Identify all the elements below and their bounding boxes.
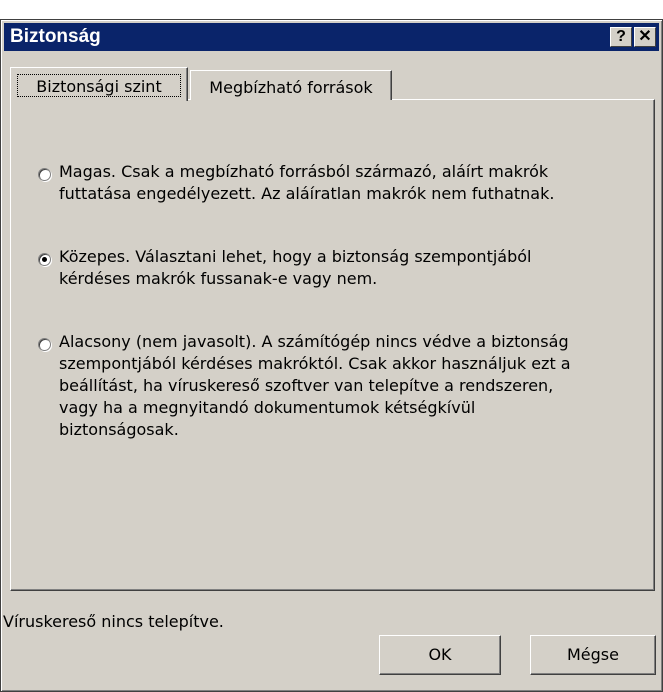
option-low-line-1: Alacsony (nem javasolt). A számítógép ni… xyxy=(59,332,569,351)
dialog-title: Biztonság xyxy=(10,26,101,47)
radio-high[interactable] xyxy=(38,168,51,181)
option-high-text[interactable]: Magas. Csak a megbízható forrásból szárm… xyxy=(59,161,554,205)
option-medium-line-1: Közepes. Választani lehet, hogy a bizton… xyxy=(59,247,532,266)
option-low-line-2: szempontjából kérdéses makróktól. Csak a… xyxy=(59,354,571,373)
ok-button[interactable]: OK xyxy=(379,635,501,675)
tab-panel: Magas. Csak a megbízható forrásból szárm… xyxy=(10,99,655,591)
security-dialog: Biztonság ? ✕ Magas. Csak a megbízható f… xyxy=(0,19,663,692)
option-high-line-2: futtatása engedélyezett. Az aláíratlan m… xyxy=(59,184,555,203)
radio-medium[interactable] xyxy=(38,253,51,266)
option-low-line-3: beállítást, ha víruskereső szoftver van … xyxy=(59,376,554,395)
close-button[interactable]: ✕ xyxy=(634,27,656,47)
radio-selected-dot xyxy=(42,257,47,262)
cancel-button[interactable]: Mégse xyxy=(530,635,656,675)
option-high-line-1: Magas. Csak a megbízható forrásból szárm… xyxy=(59,162,549,181)
title-bar[interactable]: Biztonság ? ✕ xyxy=(4,23,659,51)
option-medium-text[interactable]: Közepes. Választani lehet, hogy a bizton… xyxy=(59,246,531,290)
tab-biztonsagi-szint[interactable]: Biztonsági szint xyxy=(10,67,188,101)
option-low-line-5: biztonságosak. xyxy=(59,420,179,439)
help-button[interactable]: ? xyxy=(610,27,632,47)
option-low-line-4: vagy ha a megnyitandó dokumentumok kétsé… xyxy=(59,398,476,417)
radio-low[interactable] xyxy=(38,338,51,351)
tab-label: Biztonsági szint xyxy=(36,77,162,96)
option-medium-line-2: kérdéses makrók fussanak-e vagy nem. xyxy=(59,269,378,288)
option-low-text[interactable]: Alacsony (nem javasolt). A számítógép ni… xyxy=(59,331,571,441)
antivirus-status: Víruskereső nincs telepítve. xyxy=(3,612,224,631)
tab-megbizhato-forrasok[interactable]: Megbízható források xyxy=(190,70,392,100)
tab-label: Megbízható források xyxy=(209,78,373,97)
